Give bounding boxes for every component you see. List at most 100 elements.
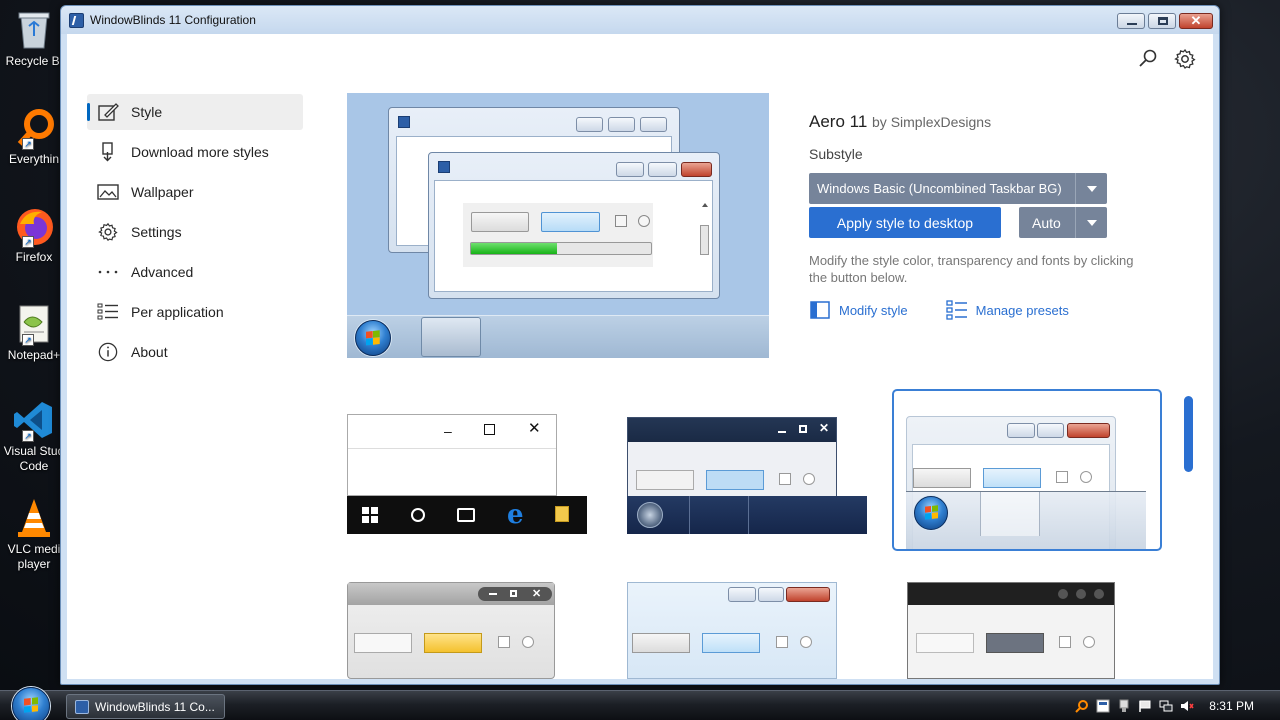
thumb-button-hover — [706, 470, 764, 490]
sidebar-item-download-more-styles[interactable]: Download more styles — [87, 134, 303, 170]
apply-style-button[interactable]: Apply style to desktop — [809, 207, 1001, 238]
safely-remove-hardware-icon[interactable] — [1117, 699, 1131, 713]
maximize-button[interactable] — [1148, 13, 1176, 29]
maximize-icon — [1158, 17, 1168, 25]
thumb-start-orb-icon — [637, 502, 663, 528]
style-thumbnail-windows10[interactable]: – ✕ e — [347, 384, 587, 534]
sidebar-item-label: Settings — [131, 224, 182, 240]
sidebar-item-label: Style — [131, 104, 163, 120]
thumb-caption-buttons: ✕ — [478, 587, 552, 601]
thumb-window — [627, 582, 837, 679]
start-orb-icon[interactable] — [12, 687, 50, 720]
paintbrush-icon — [97, 102, 119, 122]
thumb-checkbox — [1056, 471, 1068, 483]
sidebar-item-settings[interactable]: Settings — [87, 214, 303, 250]
action-center-flag-icon[interactable] — [1138, 699, 1152, 713]
style-thumbnail-aero11-selected[interactable] — [892, 389, 1162, 551]
minimize-button[interactable] — [1117, 13, 1145, 29]
everything-tray-icon[interactable] — [1075, 699, 1089, 713]
thumb-maximize-icon — [799, 425, 807, 433]
notepad-icon: ↗ — [12, 302, 56, 346]
thumb-window: ✕ — [347, 582, 555, 679]
thumb-caption-dot-icon — [1094, 589, 1104, 599]
sidebar-item-about[interactable]: About — [87, 334, 303, 370]
title-bar[interactable]: WindowBlinds 11 Configuration ✕ — [61, 6, 1219, 34]
style-thumbnail-dark-blue[interactable]: ✕ — [627, 384, 867, 534]
list-icon — [97, 302, 119, 322]
thumb-taskbar — [906, 491, 1146, 549]
sidebar-item-wallpaper[interactable]: Wallpaper — [87, 174, 303, 210]
thumb-divider — [348, 448, 556, 449]
taskbar-clock[interactable]: 8:31 PM — [1209, 699, 1254, 713]
sidebar-item-style[interactable]: Style — [87, 94, 303, 130]
windowblinds-app-icon — [69, 13, 84, 28]
desktop-icon-vscode[interactable]: ↗ Visual Stud Code — [2, 398, 66, 474]
windowblinds-tray-icon[interactable] — [1096, 699, 1110, 713]
network-icon[interactable] — [1159, 699, 1173, 713]
manage-presets-link[interactable]: Manage presets — [945, 300, 1069, 320]
auto-dropdown-toggle[interactable] — [1075, 207, 1107, 238]
desktop-icon-label: Visual Stud Code — [3, 444, 65, 473]
preview-maximize-icon — [608, 117, 635, 132]
style-preview — [347, 93, 769, 358]
thumb-minimize-icon — [489, 593, 497, 595]
thumb-radio — [522, 636, 534, 648]
gallery-scrollbar-thumb[interactable] — [1184, 396, 1193, 472]
info-icon — [97, 342, 119, 362]
thumb-maximize-icon — [1037, 423, 1064, 438]
preview-taskbar-button — [421, 317, 481, 357]
desktop-icon-recycle-bin[interactable]: Recycle Bi — [2, 8, 66, 69]
desktop-icon-label: Recycle Bi — [5, 54, 63, 68]
desktop-icon-label: Firefox — [15, 250, 53, 264]
shortcut-arrow-icon: ↗ — [22, 236, 34, 248]
thumb-minimize-icon: – — [444, 423, 452, 439]
style-thumbnail-silver[interactable]: ✕ — [347, 582, 587, 679]
chevron-down-icon — [1087, 186, 1097, 192]
style-thumbnail-dark[interactable] — [907, 582, 1147, 679]
window-client-area: Style Download more styles Wallpaper Set… — [67, 34, 1213, 679]
thumb-window: – ✕ — [347, 414, 557, 496]
desktop-icon-label: Notepad+ — [7, 348, 61, 362]
close-icon: ✕ — [1190, 13, 1202, 28]
search-icon[interactable] — [1137, 48, 1159, 70]
desktop-icon-everything[interactable]: ↗ Everythin — [2, 106, 66, 167]
preview-button — [471, 212, 529, 232]
taskbar-button-windowblinds[interactable]: WindowBlinds 11 Co... — [66, 694, 225, 719]
sidebar-item-advanced[interactable]: Advanced — [87, 254, 303, 290]
thumb-checkbox — [779, 473, 791, 485]
desktop-icon-notepadpp[interactable]: ↗ Notepad+ — [2, 302, 66, 363]
sidebar-nav: Style Download more styles Wallpaper Set… — [87, 94, 303, 374]
preview-close-icon — [681, 162, 712, 177]
thumb-button — [916, 633, 974, 653]
thumb-maximize-icon — [758, 587, 784, 602]
preview-app-icon — [398, 116, 410, 128]
minimize-icon — [1127, 23, 1137, 25]
thumb-button-hover — [424, 633, 482, 653]
substyle-label: Substyle — [809, 146, 863, 162]
thumb-minimize-icon — [728, 587, 756, 602]
style-thumbnail-light-blue[interactable] — [627, 582, 867, 679]
system-tray: 8:31 PM — [1075, 691, 1280, 720]
preview-progress-fill — [471, 243, 558, 254]
desktop-icon-vlc[interactable]: VLC medi player — [2, 496, 66, 572]
substyle-dropdown[interactable]: Windows Basic (Uncombined Taskbar BG) — [809, 173, 1107, 204]
sidebar-item-per-application[interactable]: Per application — [87, 294, 303, 330]
auto-split-button[interactable]: Auto — [1019, 207, 1107, 238]
window-title: WindowBlinds 11 Configuration — [90, 13, 256, 27]
manage-presets-label: Manage presets — [975, 302, 1069, 318]
close-button[interactable]: ✕ — [1179, 13, 1213, 29]
style-links: Modify style Manage presets — [809, 300, 1149, 320]
image-icon — [97, 182, 119, 202]
thumb-checkbox — [1059, 636, 1071, 648]
substyle-dropdown-toggle[interactable] — [1075, 173, 1107, 204]
sidebar-item-label: Per application — [131, 304, 224, 320]
volume-muted-icon[interactable] — [1180, 699, 1194, 713]
style-name: Aero 11 — [809, 112, 868, 131]
desktop-icon-firefox[interactable]: ↗ Firefox — [2, 204, 66, 265]
modify-style-link[interactable]: Modify style — [809, 300, 908, 320]
chevron-down-icon — [1087, 220, 1097, 226]
desktop-icon-label: VLC medi player — [7, 542, 61, 571]
gear-icon[interactable] — [1174, 48, 1196, 70]
thumb-checkbox — [498, 636, 510, 648]
preview-controls-panel — [463, 203, 653, 267]
